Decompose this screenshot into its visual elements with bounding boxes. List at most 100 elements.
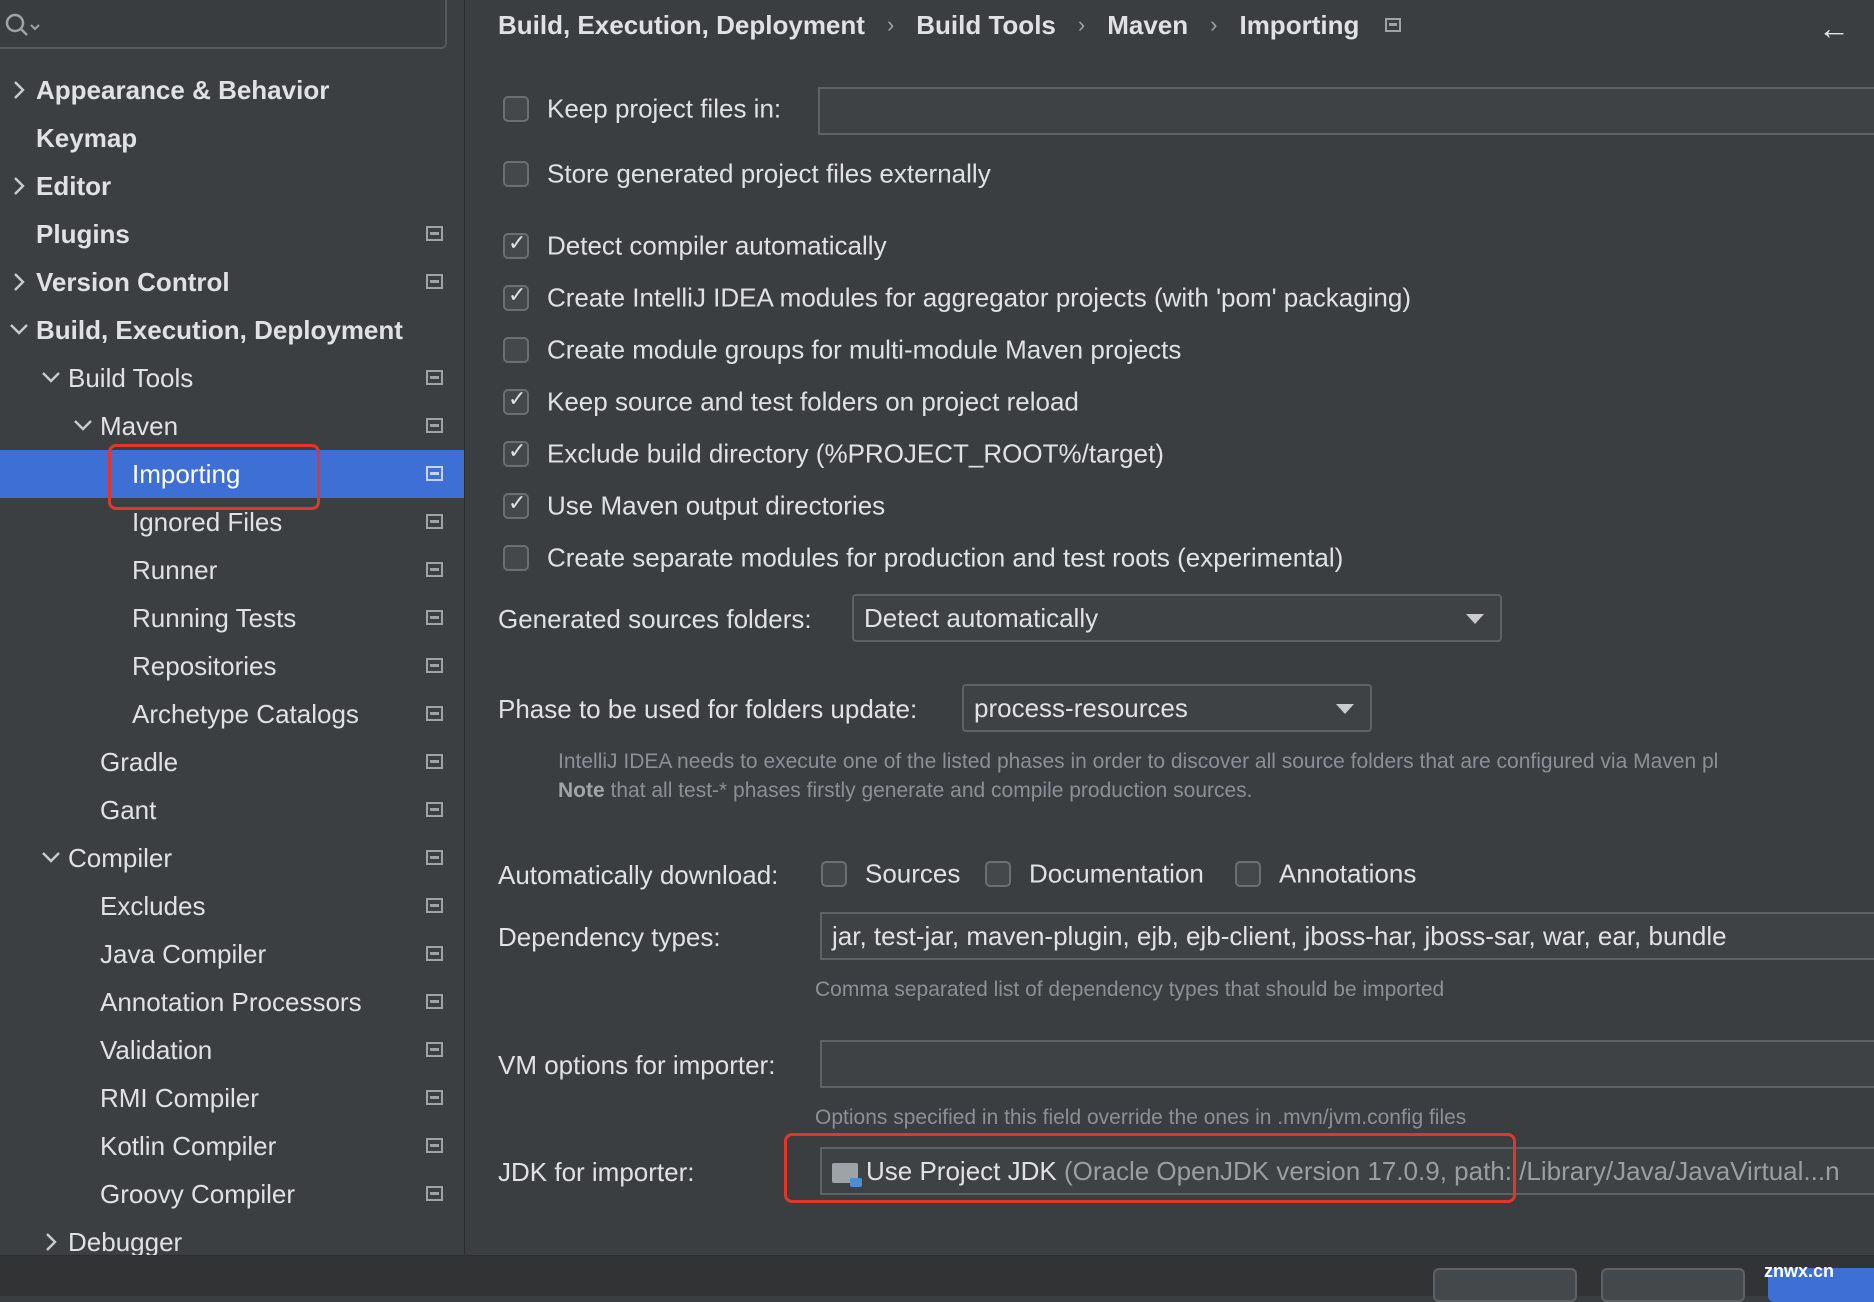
watermark: znwx.cn: [1763, 1261, 1834, 1281]
sources-checkbox-row[interactable]: Sources: [821, 857, 960, 890]
aggregator-modules-checkbox[interactable]: [503, 283, 529, 312]
project-level-icon: [426, 562, 443, 577]
sidebar-item[interactable]: Version Control: [0, 258, 464, 306]
keep-source-folders-label: Keep source and test folders on project …: [547, 386, 1079, 417]
separate-modules-checkbox[interactable]: [503, 545, 529, 572]
sidebar-item-label: Excludes: [100, 891, 206, 921]
phase-label: Phase to be used for folders update:: [498, 694, 918, 724]
chevron-down-icon[interactable]: [40, 834, 62, 882]
store-external-label: Store generated project files externally: [547, 158, 991, 189]
project-level-icon: [426, 226, 443, 241]
project-level-icon: [426, 946, 443, 961]
exclude-build-dir-label: Exclude build directory (%PROJECT_ROOT%/…: [547, 438, 1164, 469]
module-groups-checkbox-row[interactable]: Create module groups for multi-module Ma…: [503, 333, 1181, 366]
generated-sources-dropdown[interactable]: Detect automatically: [852, 594, 1502, 642]
sidebar-item[interactable]: Repositories: [0, 642, 464, 690]
generated-sources-value: Detect automatically: [864, 603, 1099, 633]
sidebar-item[interactable]: Maven: [0, 402, 464, 450]
store-external-checkbox[interactable]: [503, 161, 529, 188]
sidebar-item[interactable]: Keymap: [0, 114, 464, 162]
detect-compiler-checkbox[interactable]: [503, 231, 529, 260]
sidebar-item[interactable]: Build Tools: [0, 354, 464, 402]
project-level-icon: [426, 514, 443, 529]
sidebar-item[interactable]: Runner: [0, 546, 464, 594]
project-level-icon: [426, 1138, 443, 1153]
keep-project-files-checkbox[interactable]: [503, 96, 529, 123]
project-level-icon: [426, 850, 443, 865]
sidebar-item[interactable]: Appearance & Behavior: [0, 66, 464, 114]
use-maven-output-checkbox[interactable]: [503, 491, 529, 520]
project-level-icon: [426, 994, 443, 1009]
chevron-right-icon: ›: [1077, 12, 1086, 38]
annotations-checkbox[interactable]: [1235, 861, 1261, 888]
back-arrow-icon[interactable]: ←: [1818, 10, 1850, 47]
chevron-right-icon[interactable]: [8, 162, 30, 210]
sidebar-item-label: Runner: [132, 555, 218, 585]
sidebar-item[interactable]: Archetype Catalogs: [0, 690, 464, 738]
sidebar-item[interactable]: Groovy Compiler: [0, 1170, 464, 1218]
breadcrumb-item[interactable]: Build Tools: [916, 10, 1056, 41]
sidebar-item[interactable]: Compiler: [0, 834, 464, 882]
phase-value: process-resources: [974, 693, 1188, 723]
detect-compiler-label: Detect compiler automatically: [547, 230, 887, 261]
exclude-build-dir-checkbox-row[interactable]: Exclude build directory (%PROJECT_ROOT%/…: [503, 437, 1164, 470]
documentation-checkbox[interactable]: [985, 861, 1011, 888]
sidebar-item-label: Repositories: [132, 651, 277, 681]
separate-modules-checkbox-row[interactable]: Create separate modules for production a…: [503, 541, 1343, 574]
documentation-label: Documentation: [1029, 858, 1204, 889]
settings-panel: Build, Execution, Deployment › Build Tools…: [465, 0, 1874, 1256]
chevron-down-icon[interactable]: [40, 354, 62, 402]
dependency-types-label: Dependency types:: [498, 922, 721, 952]
documentation-checkbox-row[interactable]: Documentation: [985, 857, 1204, 890]
sidebar-item-label: Java Compiler: [100, 939, 267, 969]
store-external-checkbox-row[interactable]: Store generated project files externally: [503, 157, 991, 190]
detect-compiler-checkbox-row[interactable]: Detect compiler automatically: [503, 229, 887, 262]
apply-button[interactable]: [1601, 1268, 1745, 1302]
sidebar-item-label: Build Tools: [68, 363, 194, 393]
vm-options-input[interactable]: [820, 1040, 1874, 1088]
keep-source-folders-checkbox-row[interactable]: Keep source and test folders on project …: [503, 385, 1079, 418]
sidebar-item[interactable]: Java Compiler: [0, 930, 464, 978]
annotations-checkbox-row[interactable]: Annotations: [1235, 857, 1416, 890]
phase-dropdown[interactable]: process-resources: [962, 684, 1372, 732]
keep-project-files-input[interactable]: [818, 87, 1874, 135]
use-maven-output-checkbox-row[interactable]: Use Maven output directories: [503, 489, 885, 522]
sidebar-item[interactable]: Kotlin Compiler: [0, 1122, 464, 1170]
chevron-right-icon: ›: [1210, 12, 1218, 38]
chevron-down-icon[interactable]: [72, 402, 94, 450]
settings-search-input[interactable]: [0, 0, 447, 49]
sidebar-item[interactable]: Validation: [0, 1026, 464, 1074]
sidebar-item-label: Archetype Catalogs: [132, 699, 359, 729]
sidebar-item[interactable]: Gant: [0, 786, 464, 834]
dropdown-arrow-icon: [1336, 704, 1354, 714]
cancel-button[interactable]: [1433, 1268, 1577, 1302]
breadcrumb-item: Importing: [1239, 9, 1360, 40]
sidebar-item[interactable]: Excludes: [0, 882, 464, 930]
chevron-down-icon[interactable]: [8, 306, 30, 354]
keep-project-files-checkbox-row[interactable]: Keep project files in:: [503, 92, 781, 125]
breadcrumb-item[interactable]: Maven: [1107, 10, 1188, 41]
sidebar-item-label: Validation: [100, 1035, 213, 1065]
module-groups-checkbox[interactable]: [503, 337, 529, 364]
sidebar-item[interactable]: Running Tests: [0, 594, 464, 642]
sources-checkbox[interactable]: [821, 861, 847, 888]
sidebar-item-label: Running Tests: [132, 603, 297, 633]
jdk-label: JDK for importer:: [498, 1157, 695, 1187]
keep-source-folders-checkbox[interactable]: [503, 387, 529, 416]
sidebar-item[interactable]: Build, Execution, Deployment: [0, 306, 464, 354]
sidebar-item[interactable]: Editor: [0, 162, 464, 210]
exclude-build-dir-checkbox[interactable]: [503, 439, 529, 468]
aggregator-modules-checkbox-row[interactable]: Create IntelliJ IDEA modules for aggrega…: [503, 281, 1411, 314]
auto-download-label: Automatically download:: [498, 860, 779, 890]
sidebar-item[interactable]: Gradle: [0, 738, 464, 786]
sidebar-item[interactable]: RMI Compiler: [0, 1074, 464, 1122]
project-level-icon: [426, 754, 443, 769]
sidebar-item[interactable]: Annotation Processors: [0, 978, 464, 1026]
sidebar-item[interactable]: Plugins: [0, 210, 464, 258]
chevron-right-icon[interactable]: [8, 258, 30, 306]
sidebar-item-label: Gradle: [100, 747, 179, 777]
bottom-bar: znwx.cn: [0, 1255, 1874, 1302]
dependency-types-input[interactable]: jar, test-jar, maven-plugin, ejb, ejb-cl…: [820, 912, 1874, 960]
chevron-right-icon[interactable]: [8, 66, 30, 114]
breadcrumb-item[interactable]: Build, Execution, Deployment: [498, 10, 865, 41]
